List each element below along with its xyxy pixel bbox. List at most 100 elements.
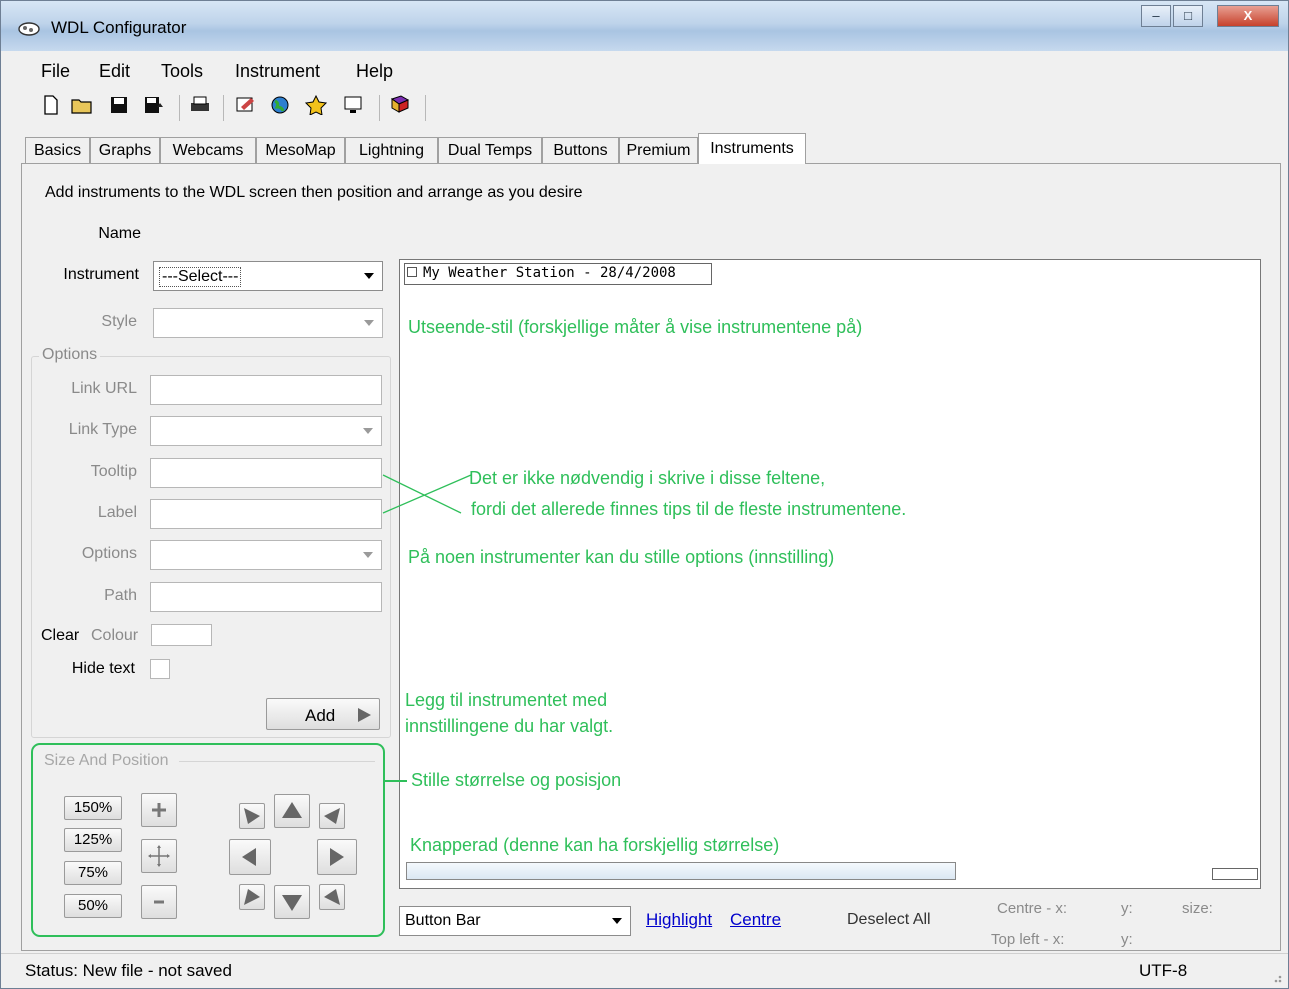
colour-swatch[interactable] (151, 624, 212, 646)
toolbar-separator (179, 95, 180, 121)
tab-premium[interactable]: Premium (619, 137, 698, 163)
station-title-box[interactable]: My Weather Station - 28/4/2008 (404, 263, 712, 285)
annotation-add-2: innstillingene du har valgt. (405, 716, 614, 736)
centre-x-label: Centre - x: (997, 900, 1068, 917)
tab-mesomap[interactable]: MesoMap (256, 137, 345, 163)
move-down-right-button[interactable] (319, 884, 345, 910)
tab-webcams[interactable]: Webcams (160, 137, 256, 163)
play-arrow-icon (358, 708, 371, 722)
link-url-input[interactable] (150, 375, 382, 405)
save-icon[interactable] (109, 95, 129, 117)
chevron-down-icon (364, 320, 374, 326)
maximize-button[interactable]: □ (1173, 5, 1203, 27)
tab-lightning[interactable]: Lightning (345, 137, 438, 163)
menu-file[interactable]: File (41, 61, 70, 82)
mini-bar-preview[interactable] (1212, 868, 1258, 880)
move-button[interactable] (141, 839, 177, 873)
menu-help[interactable]: Help (356, 61, 393, 82)
link-url-label: Link URL (71, 380, 137, 397)
annotation-options: På noen instrumenter kan du stille optio… (408, 547, 835, 567)
edit-text-icon[interactable] (235, 95, 255, 117)
window-title: WDL Configurator (51, 18, 187, 37)
move-left-button[interactable] (229, 839, 271, 875)
menu-instrument[interactable]: Instrument (235, 61, 320, 82)
path-input[interactable] (150, 582, 382, 612)
tab-buttons[interactable]: Buttons (542, 137, 619, 163)
annotation-fields-2: fordi det allerede finnes tips til de fl… (471, 499, 907, 519)
move-down-left-button[interactable] (239, 884, 265, 910)
chevron-down-icon (363, 428, 373, 434)
tab-dual-temps[interactable]: Dual Temps (438, 137, 542, 163)
group-divider (179, 761, 375, 762)
app-window: WDL Configurator – □ X File Edit Tools I… (0, 0, 1289, 989)
size-label: size: (1182, 900, 1213, 917)
status-text: Status: New file - not saved (25, 961, 232, 980)
scale-50-button[interactable]: 50% (64, 894, 122, 918)
toolbar-separator (425, 95, 426, 121)
centre-link[interactable]: Centre (730, 910, 781, 930)
chevron-down-icon (363, 552, 373, 558)
options-group-title: Options (39, 346, 101, 364)
star-icon[interactable] (304, 94, 328, 117)
tab-graphs[interactable]: Graphs (90, 137, 160, 163)
save-as-icon[interactable] (143, 95, 163, 117)
link-type-select[interactable] (150, 416, 382, 446)
annotation-add-1: Legg til instrumentet med (405, 690, 608, 710)
instrument-select[interactable]: ---Select--- (153, 261, 383, 291)
new-file-icon[interactable] (41, 95, 61, 117)
scale-125-button[interactable]: 125% (64, 828, 122, 852)
resize-grip-icon[interactable] (1267, 968, 1283, 984)
monitor-icon[interactable] (343, 95, 363, 117)
move-up-right-button[interactable] (319, 803, 345, 829)
path-label: Path (104, 587, 137, 604)
options-select[interactable] (150, 540, 382, 570)
print-icon[interactable] (189, 95, 209, 117)
menu-tools[interactable]: Tools (161, 61, 203, 82)
book-icon[interactable] (389, 95, 410, 117)
station-checkbox-icon (407, 267, 417, 277)
button-bar-preview[interactable] (406, 862, 956, 880)
colour-label: Colour (91, 627, 139, 644)
scale-150-button[interactable]: 150% (64, 796, 122, 820)
minus-icon (154, 900, 164, 904)
annotation-size-connector (385, 780, 407, 782)
move-down-button[interactable] (274, 885, 310, 919)
close-button[interactable]: X (1217, 5, 1279, 27)
label-input[interactable] (150, 499, 382, 529)
title-bar: WDL Configurator – □ X (1, 1, 1288, 51)
move-up-button[interactable] (274, 794, 310, 828)
annotation-size: Stille størrelse og posisjon (411, 770, 622, 790)
highlight-link[interactable]: Highlight (646, 910, 712, 930)
toolbar-separator (223, 95, 224, 121)
arrow-right-icon (330, 848, 344, 866)
chevron-down-icon (364, 273, 374, 279)
menu-edit[interactable]: Edit (99, 61, 130, 82)
tooltip-input[interactable] (150, 458, 382, 488)
style-select[interactable] (153, 308, 383, 338)
tab-instruments[interactable]: Instruments (698, 133, 806, 164)
move-right-button[interactable] (317, 839, 357, 875)
topleft-y-label: y: (1121, 931, 1133, 948)
move-up-left-button[interactable] (239, 803, 265, 829)
annotation-connector-lines (382, 474, 472, 514)
hide-text-checkbox[interactable] (150, 659, 170, 679)
minimize-button[interactable]: – (1141, 5, 1171, 27)
open-folder-icon[interactable] (71, 95, 92, 117)
add-button[interactable]: Add (266, 698, 380, 730)
arrow-diagonal-icon (324, 889, 340, 905)
deselect-all-button[interactable]: Deselect All (847, 911, 931, 929)
tab-basics[interactable]: Basics (25, 137, 90, 163)
arrow-diagonal-icon (324, 808, 340, 824)
element-select[interactable]: Button Bar (399, 906, 631, 936)
enlarge-button[interactable] (141, 793, 177, 827)
preview-canvas[interactable]: My Weather Station - 28/4/2008 (399, 259, 1261, 889)
globe-icon[interactable] (269, 95, 289, 117)
topleft-x-label: Top left - x: (991, 931, 1065, 948)
add-button-label: Add (305, 706, 336, 725)
shrink-button[interactable] (141, 885, 177, 919)
clear-link[interactable]: Clear (41, 627, 79, 645)
label-label: Label (97, 504, 137, 521)
scale-75-button[interactable]: 75% (64, 861, 122, 885)
instrument-select-value: ---Select--- (159, 267, 242, 287)
move-cross-icon (148, 845, 170, 867)
